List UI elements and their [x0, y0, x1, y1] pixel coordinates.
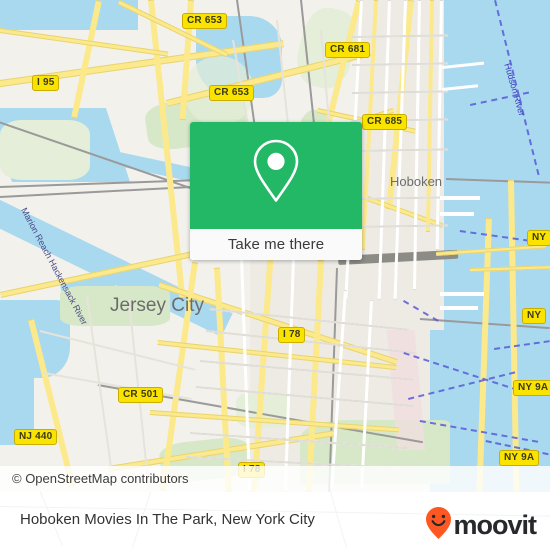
page-title: Hoboken Movies In The Park, New York Cit… [20, 511, 315, 528]
map-pier-3 [440, 292, 484, 296]
road-shield: I 95 [32, 75, 60, 91]
moovit-logo[interactable]: moovit [425, 506, 537, 545]
road-shield: NY 9A [499, 450, 540, 466]
map-canvas[interactable]: Marion Reach Hackensack River Hudson Riv… [0, 0, 550, 492]
road-shield: CR 685 [362, 114, 408, 130]
map-pin-icon [248, 137, 304, 212]
road-shield: CR 501 [118, 387, 164, 403]
map-pier-1 [440, 196, 480, 200]
road-shield: CR 653 [209, 85, 255, 101]
footer-bar: Hoboken Movies In The Park, New York Cit… [0, 491, 550, 550]
place-popup-card[interactable]: Take me there [190, 122, 362, 260]
map-attribution-bar: © OpenStreetMap contributors [0, 466, 550, 492]
map-pier-2 [440, 212, 474, 216]
road-shield: NY [522, 308, 547, 324]
moovit-wordmark: moovit [453, 510, 537, 540]
take-me-there-label: Take me there [227, 236, 325, 253]
moovit-place-page: Marion Reach Hackensack River Hudson Riv… [0, 0, 550, 550]
moovit-pin-smile-icon [425, 506, 452, 545]
road-shield: NY 9A [513, 380, 550, 396]
road-shield: I 78 [278, 327, 306, 343]
road-shield: NY [527, 230, 550, 246]
map-pier-4 [440, 306, 478, 310]
take-me-there-button[interactable]: Take me there [190, 229, 362, 260]
popup-pin-area [190, 122, 362, 229]
road-shield: CR 681 [325, 42, 371, 58]
map-place-label-jersey-city: Jersey City [110, 295, 204, 316]
map-place-label-hoboken: Hoboken [390, 174, 443, 189]
road-shield: NJ 440 [14, 429, 58, 445]
footer-watermark-line-3 [330, 491, 347, 548]
map-attribution-text: © OpenStreetMap contributors [12, 471, 189, 486]
road-shield: CR 653 [182, 13, 228, 29]
